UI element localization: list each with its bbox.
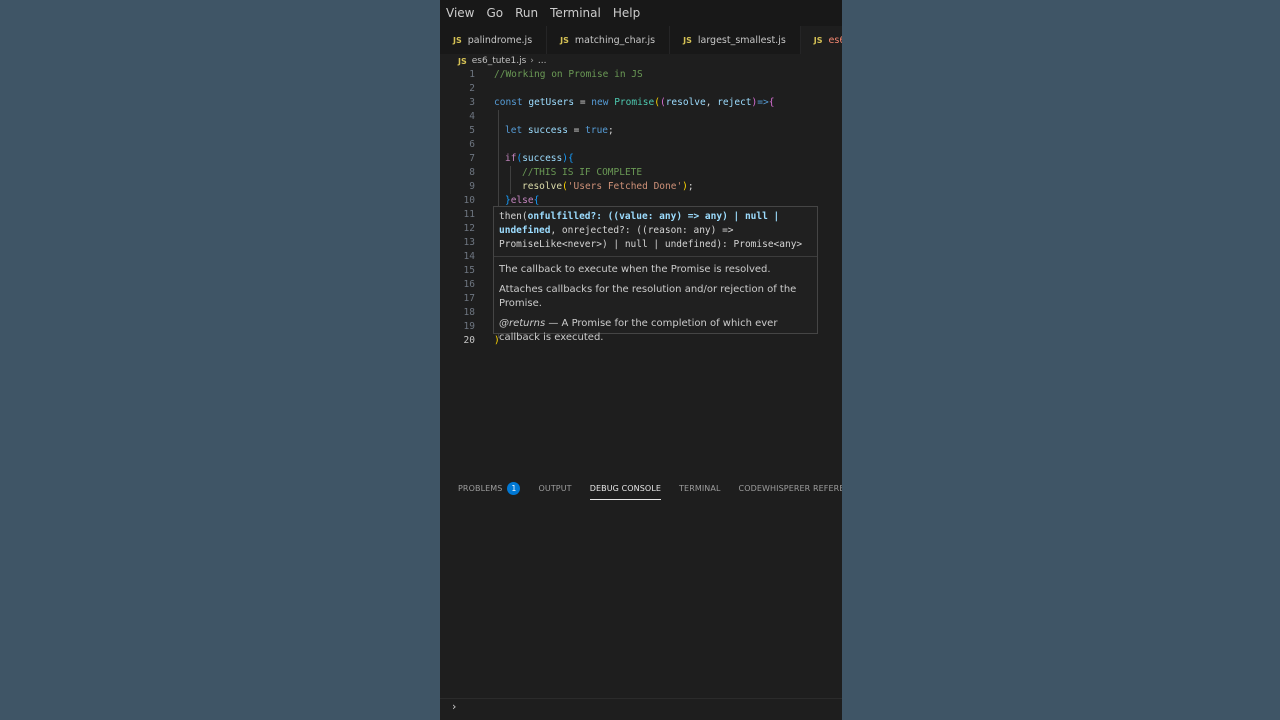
hover-doc-callback: The callback to execute when the Promise… [499, 264, 771, 275]
hover-doc-description: Attaches callbacks for the resolution an… [499, 284, 797, 309]
tab-label: palindrome.js [467, 34, 533, 46]
js-file-icon: JS [683, 35, 692, 45]
line-number: 8 [469, 167, 475, 178]
chevron-right-icon: › [452, 700, 457, 713]
tab-label: largest_smallest.js [697, 34, 786, 46]
line-number: 16 [463, 279, 475, 290]
line-number: 18 [463, 307, 475, 318]
js-file-icon: JS [453, 35, 462, 45]
line-number: 4 [469, 111, 475, 122]
line-number: 2 [469, 83, 475, 94]
line-number: 17 [463, 293, 475, 304]
tab-codewhisperer-reference-log[interactable]: CODEWHISPERER REFERENCE LOG [739, 484, 842, 493]
menu-run[interactable]: Run [515, 6, 538, 20]
tab-output[interactable]: OUTPUT [538, 484, 571, 493]
panel-tabs: PROBLEMS 1 OUTPUT DEBUG CONSOLE TERMINAL … [440, 478, 842, 500]
code-line-9: resolve('Users Fetched Done'); [522, 181, 694, 192]
line-number: 3 [469, 97, 475, 108]
hover-doc-returns: @returns — A Promise for the completion … [499, 318, 778, 343]
code-line-1: //Working on Promise in JS [494, 69, 643, 80]
hover-signature: then(onfulfilled?: ((value: any) => any)… [499, 211, 803, 250]
line-number: 13 [463, 237, 475, 248]
hover-tooltip: then(onfulfilled?: ((value: any) => any)… [493, 206, 818, 343]
tab-problems[interactable]: PROBLEMS 1 [458, 481, 521, 495]
editor-tabs: JS palindrome.js JS matching_char.js JS … [440, 26, 842, 54]
line-number: 7 [469, 153, 475, 164]
breadcrumb-file[interactable]: es6_tute1.js [472, 56, 527, 66]
menu-help[interactable]: Help [613, 6, 640, 20]
code-line-7: if(success){ [505, 153, 574, 164]
tab-label: matching_char.js [574, 34, 656, 46]
problems-count-badge: 1 [507, 481, 521, 495]
menu-bar: View Go Run Terminal Help [440, 0, 842, 26]
tab-palindrome[interactable]: JS palindrome.js [440, 26, 548, 54]
line-number: 9 [469, 181, 475, 192]
line-number: 11 [463, 209, 475, 220]
tab-label: es6_tute1 [828, 34, 842, 46]
line-number: 14 [463, 251, 475, 262]
js-file-icon: JS [458, 56, 467, 66]
vscode-window: View Go Run Terminal Help JS palindrome.… [440, 0, 842, 720]
line-number: 15 [463, 265, 475, 276]
js-file-icon: JS [813, 35, 823, 45]
menu-go[interactable]: Go [486, 6, 503, 20]
breadcrumb: JS es6_tute1.js › ... [440, 54, 842, 68]
tab-debug-console[interactable]: DEBUG CONSOLE [589, 484, 662, 500]
line-number: 19 [463, 321, 475, 332]
chevron-right-icon: › [530, 56, 534, 66]
debug-console-input[interactable]: › [440, 698, 842, 719]
line-number: 10 [463, 195, 475, 206]
line-number: 1 [469, 69, 475, 80]
line-number: 20 [463, 335, 475, 346]
breadcrumb-symbol[interactable]: ... [538, 56, 547, 66]
tab-es6-tute1[interactable]: JS es6_tute1 [800, 26, 842, 54]
tab-terminal[interactable]: TERMINAL [679, 484, 720, 493]
code-line-5: let success = true; [505, 125, 614, 136]
line-number: 6 [469, 139, 475, 150]
menu-view[interactable]: View [446, 6, 474, 20]
code-line-3: const getUsers = new Promise((resolve, r… [494, 97, 775, 108]
hover-divider [494, 256, 817, 257]
line-number: 12 [463, 223, 475, 234]
code-line-8: //THIS IS IF COMPLETE [522, 167, 643, 178]
tab-largest-smallest[interactable]: JS largest_smallest.js [670, 26, 801, 54]
js-file-icon: JS [560, 35, 569, 45]
menu-terminal[interactable]: Terminal [550, 6, 601, 20]
line-number: 5 [469, 125, 475, 136]
tab-matching-char[interactable]: JS matching_char.js [547, 26, 671, 54]
